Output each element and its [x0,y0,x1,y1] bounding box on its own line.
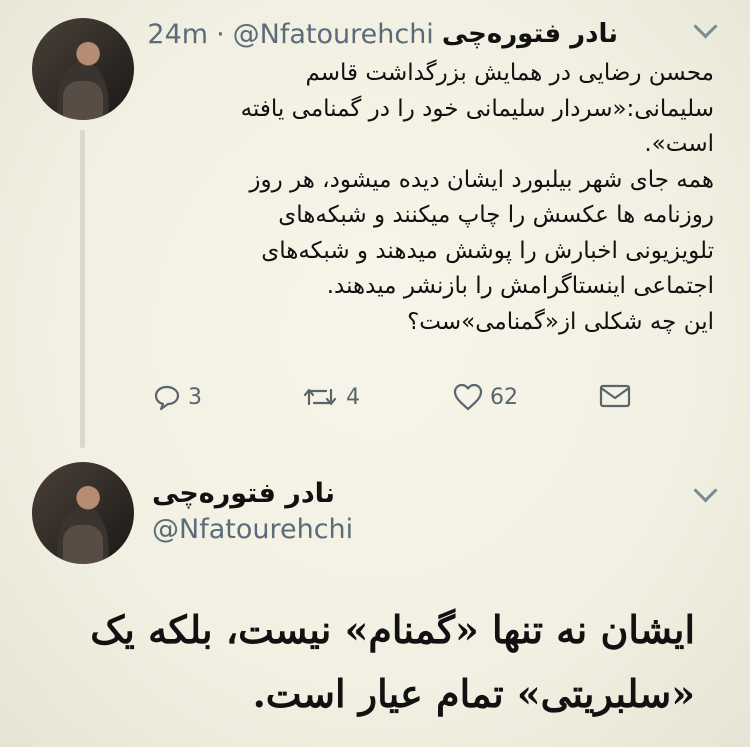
like-count: 62 [490,384,518,410]
author-name[interactable]: نادر فتوره‌چی [442,19,618,49]
like-icon [453,383,483,411]
tweet-line: اجتماعی اینستاگرامش را بازنشر میدهند. [326,273,714,299]
tweet-line: محسن رضایی در همایش بزرگداشت قاسم [305,60,714,86]
reply-line: ایشان نه تنها «گمنام» نیست، بلکه یک [90,607,695,652]
tweet-line: سلیمانی:«سردار سلیمانی خود را در گمنامی … [240,95,714,122]
tweet-header: 24m · @Nfatourehchi نادر فتوره‌چی [147,14,618,54]
chevron-down-icon[interactable] [693,478,718,503]
reply-count: 3 [188,384,202,410]
reply-button[interactable]: 3 [152,382,202,412]
like-button[interactable]: 62 [452,382,518,412]
tweet-line: تلویزیونی اخبارش را پوشش میدهند و شبکه‌ه… [261,237,714,264]
retweet-count: 4 [346,384,360,410]
tweet-line: همه جای شهر بیلبورد ایشان دیده میشود، هر… [249,166,714,193]
tweet-time[interactable]: 24m [147,19,208,50]
avatar[interactable] [32,18,134,120]
reply-body: ایشان نه تنها «گمنام» نیست، بلکه یک «سلب… [45,598,695,726]
retweet-icon [303,388,337,406]
reply-author-handle[interactable]: @Nfatourehchi [152,514,353,545]
tweet-actions: 3 4 62 [150,382,640,422]
reply-icon [154,385,180,411]
direct-message-icon [599,384,631,408]
direct-message-button[interactable] [598,382,632,410]
avatar[interactable] [32,462,134,564]
tweet-line: روزنامه ها عکسش را چاپ میکنند و شبکه‌های [278,202,714,228]
author-handle[interactable]: @Nfatourehchi [233,19,434,50]
header-separator: · [216,18,225,50]
tweet-line: است». [644,131,714,157]
reply-author-name[interactable]: نادر فتوره‌چی [152,478,335,509]
reply-line: «سلبریتی» تمام عیار است. [252,671,695,716]
tweet-line: این چه شکلی از«گمنامی»ست؟ [407,308,714,335]
retweet-button[interactable]: 4 [300,382,360,412]
chevron-down-icon[interactable] [693,14,718,39]
tweet-body: محسن رضایی در همایش بزرگداشت قاسم سلیمان… [154,56,714,340]
thread-connector-line [80,130,85,448]
